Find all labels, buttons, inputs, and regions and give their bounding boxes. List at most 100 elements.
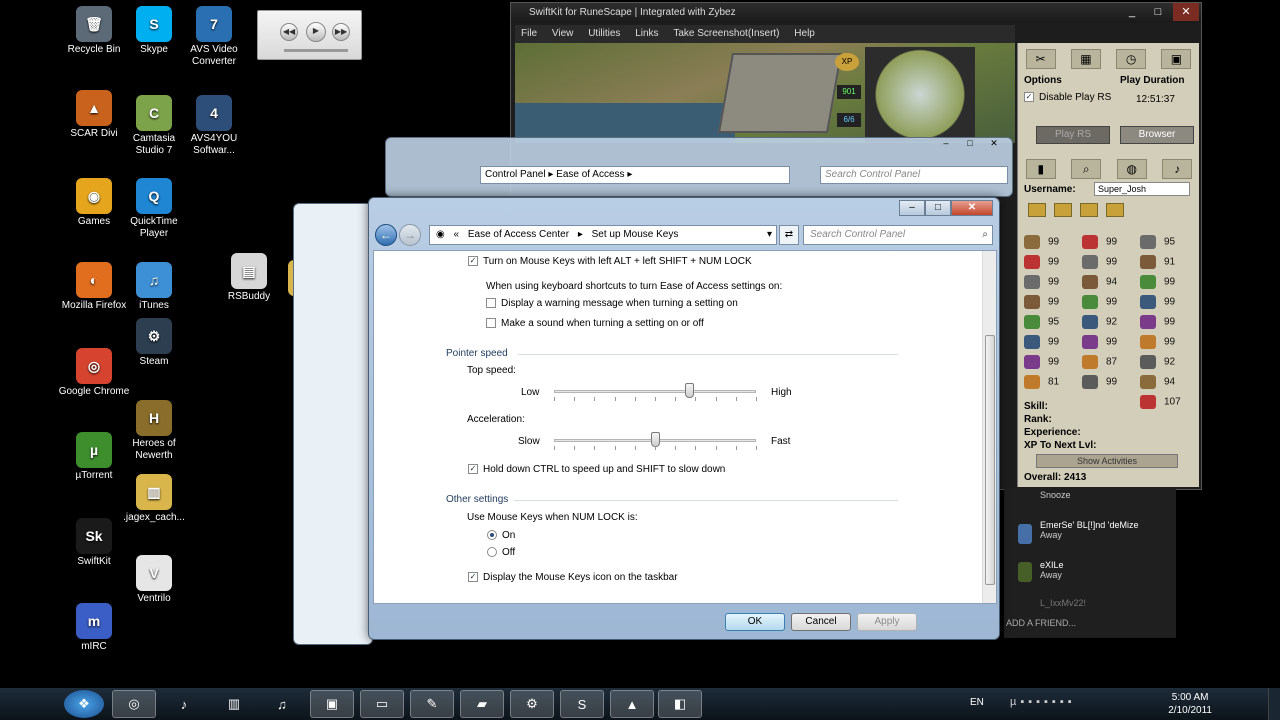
itunes-taskbar-icon[interactable]: ♫ (260, 690, 304, 718)
notepad-taskbar-icon[interactable]: ✎ (410, 690, 454, 718)
friend-name[interactable]: EmerSe' BL[!]nd 'deMize (1040, 520, 1138, 530)
skill-stat[interactable]: 95 (1024, 315, 1082, 329)
screenshot-tab-icon[interactable]: ▣ (1161, 49, 1192, 69)
skill-stat[interactable]: 95 (1140, 235, 1198, 249)
skill-filter-icon[interactable] (1080, 203, 1098, 217)
skill-stat[interactable]: 92 (1082, 315, 1140, 329)
skill-stat[interactable]: 99 (1140, 335, 1198, 349)
apply-button[interactable]: Apply (857, 613, 917, 631)
game-viewport[interactable]: XP 901 6/6 (515, 43, 1015, 143)
start-button[interactable]: ❖ (64, 690, 104, 718)
minimize-button[interactable]: _ (1119, 3, 1145, 21)
numlock-on-radio[interactable]: On (487, 530, 515, 541)
skill-stat[interactable]: 87 (1082, 355, 1140, 369)
volume-slider[interactable] (284, 49, 348, 52)
skill-stat[interactable]: 99 (1082, 255, 1140, 269)
numlock-off-radio[interactable]: Off (487, 547, 515, 558)
xp-orb[interactable]: XP (835, 53, 859, 71)
crumb-control-panel[interactable]: Control Panel (485, 169, 546, 180)
crumb-ease-of-access-center[interactable]: Ease of Access Center (468, 229, 569, 240)
clock[interactable]: 5:00 AM 2/10/2011 (1168, 691, 1212, 717)
desktop-icon[interactable]: 7 AVS Video Converter (178, 6, 250, 68)
tools-tab-icon[interactable]: ✂ (1025, 49, 1056, 69)
play-rs-button[interactable]: Play RS (1036, 126, 1110, 144)
skill-stat[interactable]: 99 (1024, 355, 1082, 369)
menu-links[interactable]: Links (635, 28, 658, 39)
cancel-button[interactable]: Cancel (791, 613, 851, 631)
forward-arrow-icon[interactable]: → (399, 224, 421, 246)
swiftkit-taskbar-icon[interactable]: ▣ (310, 690, 354, 718)
browser-button[interactable]: Browser (1120, 126, 1194, 144)
previous-track-icon[interactable]: ◀◀ (280, 23, 298, 41)
music-tab-icon[interactable]: ♪ (1162, 159, 1193, 179)
calculator-tab-icon[interactable]: ▦ (1070, 49, 1101, 69)
play-icon[interactable]: ▶ (306, 22, 326, 42)
skill-stat[interactable]: 92 (1140, 355, 1198, 369)
acceleration-slider-thumb[interactable] (651, 432, 660, 447)
show-desktop-button[interactable] (1268, 688, 1280, 720)
skill-stat[interactable]: 99 (1140, 295, 1198, 309)
friend-name[interactable]: Snooze (1040, 490, 1071, 500)
scrollbar-thumb[interactable] (985, 335, 995, 585)
skill-stat[interactable]: 99 (1082, 375, 1140, 389)
desktop-icon[interactable]: V Ventrilo (118, 555, 190, 605)
address-bar[interactable]: ◉ « Ease of Access Center ▸ Set up Mouse… (429, 225, 777, 245)
menu-utilities[interactable]: Utilities (588, 28, 620, 39)
world-tab-icon[interactable]: ◍ (1116, 159, 1147, 179)
skill-filter-icon[interactable] (1028, 203, 1046, 217)
hp-orb[interactable]: 901 (837, 85, 861, 99)
skill-stat[interactable]: 94 (1082, 275, 1140, 289)
explorer-taskbar-icon[interactable]: ▥ (212, 690, 256, 718)
skill-filter-icon[interactable] (1054, 203, 1072, 217)
skill-stat[interactable]: 99 (1024, 275, 1082, 289)
skill-stat[interactable]: 94 (1140, 375, 1198, 389)
maximize-button[interactable]: □ (958, 138, 982, 152)
turn-on-hotkey-option[interactable]: ✓ Turn on Mouse Keys with left ALT + left… (468, 256, 752, 267)
desktop-icon[interactable]: m mIRC (58, 603, 130, 653)
minimap[interactable] (865, 47, 975, 142)
skill-stat[interactable]: 91 (1140, 255, 1198, 269)
minimize-button[interactable]: – (899, 200, 925, 216)
close-button[interactable]: ✕ (1173, 3, 1199, 21)
clock-tab-icon[interactable]: ◷ (1116, 49, 1147, 69)
friend-name[interactable]: L_IxxMv22! (1040, 598, 1086, 608)
refresh-icon[interactable]: ⇄ (779, 225, 799, 245)
ok-button[interactable]: OK (725, 613, 785, 631)
scar-taskbar-icon[interactable]: ▲ (610, 690, 654, 718)
warning-message-option[interactable]: Display a warning message when turning a… (486, 298, 738, 309)
skill-stat[interactable]: 99 (1024, 335, 1082, 349)
skill-stat[interactable]: 99 (1082, 235, 1140, 249)
address-bar[interactable]: Control Panel ▸ Ease of Access ▸ (480, 166, 790, 184)
desktop-icon[interactable]: ♫ iTunes (118, 262, 190, 312)
skill-stat[interactable]: 99 (1024, 235, 1082, 249)
crumb-ease-of-access[interactable]: Ease of Access (556, 169, 624, 180)
breadcrumb-overflow[interactable]: « (454, 229, 460, 240)
skill-stat[interactable]: 99 (1024, 255, 1082, 269)
skill-stat[interactable]: 107 (1140, 395, 1198, 409)
system-tray-icons[interactable]: µ▪▪▪▪▪▪▪ (1010, 696, 1076, 708)
skill-stat[interactable]: 99 (1082, 295, 1140, 309)
prayer-orb[interactable]: 6/6 (837, 113, 861, 127)
media-player-taskbar-icon[interactable]: ♪ (162, 690, 206, 718)
next-track-icon[interactable]: ▶▶ (332, 23, 350, 41)
close-button[interactable]: ✕ (951, 200, 993, 216)
username-input[interactable]: Super_Josh (1094, 182, 1190, 196)
sound-option[interactable]: Make a sound when turning a setting on o… (486, 318, 704, 329)
language-indicator[interactable]: EN (970, 697, 984, 708)
skill-filter-icon[interactable] (1106, 203, 1124, 217)
console-taskbar-icon[interactable]: ▭ (360, 690, 404, 718)
menu-file[interactable]: File (521, 28, 537, 39)
display-icon-option[interactable]: ✓ Display the Mouse Keys icon on the task… (468, 572, 678, 583)
skill-stat[interactable]: 99 (1082, 335, 1140, 349)
search-tab-icon[interactable]: ⌕ (1071, 159, 1102, 179)
stats-tab-icon[interactable]: ▮ (1025, 159, 1056, 179)
top-speed-slider-thumb[interactable] (685, 383, 695, 398)
camtasia-taskbar-icon[interactable]: ▰ (460, 690, 504, 718)
menu-help[interactable]: Help (794, 28, 815, 39)
skill-stat[interactable]: 99 (1140, 275, 1198, 289)
skill-stat[interactable]: 81 (1024, 375, 1082, 389)
search-input[interactable]: Search Control Panel (820, 166, 1008, 184)
chevron-down-icon[interactable]: ▾ (767, 226, 772, 244)
skill-stat[interactable]: 99 (1024, 295, 1082, 309)
desktop-icon[interactable]: ◎ Google Chrome (58, 348, 130, 398)
